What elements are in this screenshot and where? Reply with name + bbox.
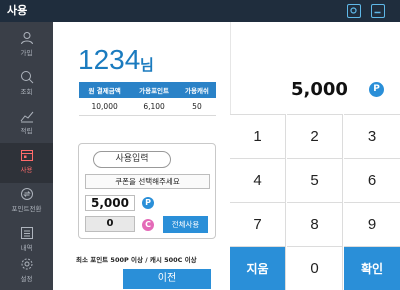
customer-number: 1234 [78, 44, 141, 75]
payment-amount-value: 10,000 [79, 98, 131, 116]
key-2[interactable]: 2 [287, 114, 343, 158]
minimize-icon[interactable] [371, 4, 385, 18]
coupon-select[interactable]: 쿠폰을 선택해주세요 [85, 174, 210, 189]
customer-suffix: 님 [140, 56, 154, 74]
point-icon: P [369, 82, 384, 97]
search-icon [20, 71, 33, 84]
sidebar: 가입 조회 적립 사용 포인트전환 내역 설정 [0, 22, 53, 290]
camera-icon[interactable] [347, 4, 361, 18]
available-points-value: 6,100 [130, 98, 178, 116]
cash-icon: C [142, 219, 154, 231]
exchange-icon [20, 188, 33, 200]
list-icon [20, 227, 33, 239]
sidebar-item-label: 사용 [20, 166, 33, 174]
use-input-label: 사용입력 [93, 151, 171, 168]
key-6[interactable]: 6 [344, 158, 400, 202]
amount-value: 5,000 [291, 79, 348, 100]
key-1[interactable]: 1 [230, 114, 286, 158]
user-icon [20, 32, 33, 45]
cash-amount-input[interactable]: 0 [85, 216, 135, 232]
key-8[interactable]: 8 [287, 202, 343, 246]
sidebar-item-label: 적립 [20, 127, 33, 135]
sidebar-item-use[interactable]: 사용 [0, 143, 53, 183]
customer-panel: 1234 님 원 결제금액 가용포인트 가용캐쉬 10,000 6,100 50… [53, 22, 230, 290]
key-0[interactable]: 0 [287, 246, 343, 290]
top-bar: 사용 [0, 0, 400, 22]
confirm-button[interactable]: 확인 [344, 246, 400, 290]
gear-icon [21, 258, 32, 270]
sidebar-item-settings[interactable]: 설정 [0, 252, 53, 290]
available-cash-value: 50 [177, 98, 216, 116]
numeric-keypad: 1 2 3 4 5 6 7 8 9 지움 0 확인 [230, 114, 400, 290]
use-all-button[interactable]: 전체사용 [163, 216, 208, 233]
clear-button[interactable]: 지움 [230, 246, 286, 290]
key-7[interactable]: 7 [230, 202, 286, 246]
key-3[interactable]: 3 [344, 114, 400, 158]
chart-icon [20, 111, 33, 123]
header-payment-amount: 원 결제금액 [79, 82, 131, 98]
sidebar-item-search[interactable]: 조회 [0, 65, 53, 105]
header-available-cash: 가용캐쉬 [177, 82, 216, 98]
sidebar-item-label: 조회 [20, 88, 33, 96]
sidebar-item-label: 설정 [20, 275, 33, 283]
point-icon: P [142, 197, 154, 209]
amount-display: 5,000 P [230, 22, 400, 114]
key-5[interactable]: 5 [287, 158, 343, 202]
sidebar-item-label: 가입 [20, 49, 33, 57]
sidebar-item-label: 포인트전환 [11, 205, 42, 213]
sidebar-item-join[interactable]: 가입 [0, 26, 53, 66]
key-4[interactable]: 4 [230, 158, 286, 202]
point-amount-input[interactable]: 5,000 [85, 195, 135, 211]
sidebar-item-label: 내역 [20, 244, 33, 252]
header-available-points: 가용포인트 [130, 82, 178, 98]
minimum-usage-notice: 최소 포인트 500P 이상 / 캐시 500C 이상 [76, 256, 197, 264]
balance-table: 원 결제금액 가용포인트 가용캐쉬 10,000 6,100 50 [79, 82, 216, 116]
sidebar-item-earn[interactable]: 적립 [0, 104, 53, 144]
sidebar-item-point-convert[interactable]: 포인트전환 [0, 182, 53, 222]
key-9[interactable]: 9 [344, 202, 400, 246]
page-title: 사용 [7, 4, 28, 17]
previous-button[interactable]: 이전 [123, 269, 211, 289]
calendar-icon [20, 150, 33, 161]
